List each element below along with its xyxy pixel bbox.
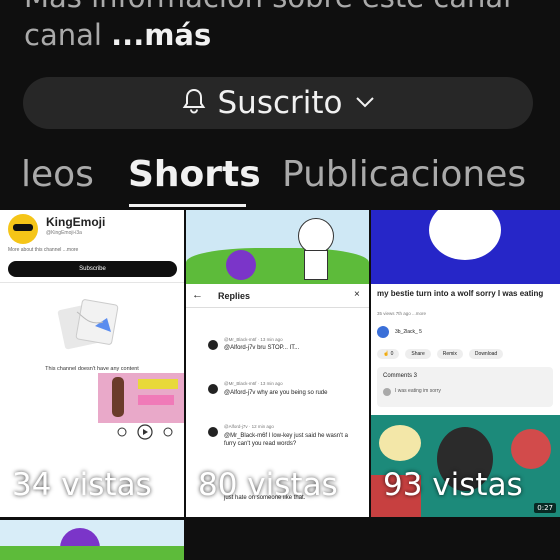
short-tile-3[interactable]: my bestie turn into a wolf sorry I was e… [371, 210, 560, 517]
avatar [377, 326, 389, 338]
like-icon: ☝ 0 [377, 349, 400, 359]
reply-text: @Alford-j7v bru STOP... IT... [224, 345, 300, 351]
thumb-about: More about this channel ...more [8, 247, 79, 253]
more-link[interactable]: ...más [111, 18, 211, 52]
comments-label: Comments 3 [383, 373, 418, 379]
channel-tabs: leos Shorts Publicaciones [0, 148, 560, 210]
reply-text: @Mr_Black-m6f I low-key just said he was… [224, 433, 348, 447]
avatar [208, 340, 218, 350]
channel-description-line2: canal [24, 18, 102, 52]
reply-user: @Alford-j7v · 12 min ago [224, 424, 274, 429]
short-tile-5[interactable] [186, 520, 369, 560]
avatar [208, 427, 218, 437]
short-tile-4[interactable] [0, 520, 184, 560]
duration-badge: 0:27 [534, 503, 556, 513]
active-tab-indicator [129, 204, 246, 207]
thumb-actions: ☝ 0 Share Remix Download [377, 347, 557, 361]
tab-videos[interactable]: leos [21, 154, 94, 195]
video-overlay [98, 373, 184, 423]
reply-user: @Mr_Black-m6f · 13 min ago [224, 381, 283, 386]
chevron-down-icon [355, 94, 375, 113]
reply-text: @Alford-j7v why are you being so rude [224, 390, 328, 396]
thumb-author: 3b_2lack_ 5 [395, 329, 422, 335]
close-icon: × [354, 289, 360, 300]
empty-illustration [55, 298, 123, 354]
thumb-meta: 35 views 7th ago ...more [377, 311, 427, 316]
avatar [208, 384, 218, 394]
tab-shorts[interactable]: Shorts [128, 154, 261, 195]
subscribed-label: Suscrito [217, 85, 343, 121]
player-controls [112, 423, 178, 441]
bell-icon [182, 88, 206, 118]
thumb-scene [186, 210, 369, 284]
reply-user: @Mr_Black-m6f · 13 min ago [224, 337, 283, 342]
avatar [383, 388, 391, 396]
short-tile-1[interactable]: KingEmoji @KingEmoji-i3a More about this… [0, 210, 184, 517]
tab-publicaciones[interactable]: Publicaciones [282, 154, 526, 195]
comment-text: I was eating im sorry [395, 388, 441, 394]
thumb-remix: Remix [436, 349, 463, 359]
thumb-handle: @KingEmoji-i3a [46, 230, 82, 236]
thumb-empty-text: This channel doesn't have any content [45, 366, 139, 372]
short-views: 80 vistas [198, 467, 338, 503]
thumb-ground [0, 546, 184, 560]
thumb-download: Download [468, 349, 504, 359]
channel-description-text: Más información sobre este canal [24, 0, 511, 16]
replies-header: ← Replies × [186, 287, 369, 308]
short-views: 34 vistas [12, 467, 152, 503]
thumb-channel-name: KingEmoji [46, 215, 106, 229]
replies-title: Replies [218, 291, 251, 301]
thumb-caption: my bestie turn into a wolf sorry I was e… [377, 289, 544, 298]
subscribed-button[interactable]: Suscrito [23, 77, 533, 129]
short-tile-2[interactable]: ← Replies × @Mr_Black-m6f · 13 min ago @… [186, 210, 369, 517]
thumb-subscribe-button: Subscribe [8, 261, 177, 277]
avatar [8, 214, 38, 244]
thumb-scene [371, 210, 560, 284]
back-arrow-icon: ← [192, 289, 203, 301]
channel-description: Más información sobre este canal canal .… [24, 0, 511, 54]
thumb-divider [0, 282, 184, 283]
comments-box: Comments 3 I was eating im sorry [377, 367, 553, 407]
short-views: 93 vistas [383, 467, 523, 503]
thumb-share: Share [405, 349, 431, 359]
